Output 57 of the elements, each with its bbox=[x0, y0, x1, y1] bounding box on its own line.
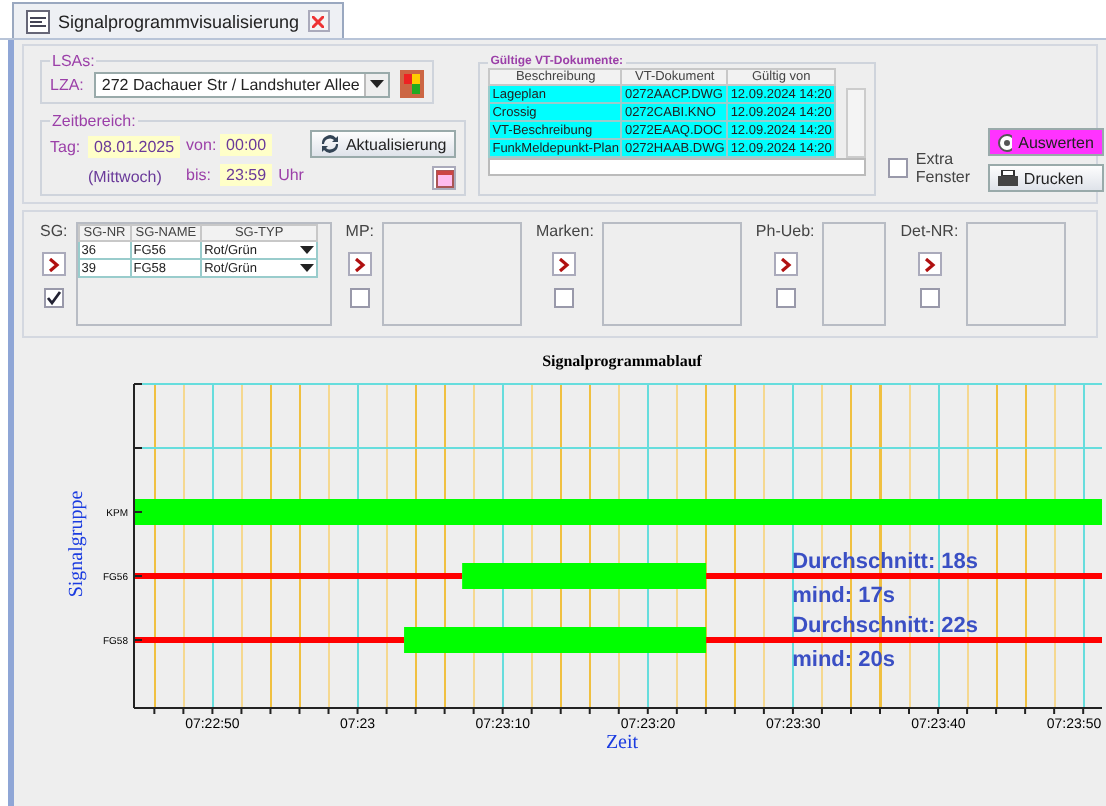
filter-label: Ph-Ueb: bbox=[755, 222, 815, 240]
chevron-icon bbox=[558, 257, 571, 271]
axis-title: Signalgruppe bbox=[66, 490, 88, 598]
window-icon bbox=[26, 9, 50, 33]
filter-label: Marken: bbox=[536, 222, 594, 240]
chevron-icon bbox=[353, 257, 366, 271]
checkbox[interactable] bbox=[919, 288, 940, 308]
group-title: LSAs: bbox=[50, 52, 97, 70]
time-from-field[interactable]: 00:00 bbox=[220, 134, 273, 156]
refresh-icon bbox=[319, 134, 340, 154]
select-button[interactable] bbox=[773, 252, 798, 276]
checkbox[interactable] bbox=[43, 288, 64, 308]
checkbox[interactable] bbox=[887, 158, 908, 179]
printer-icon bbox=[997, 169, 1018, 187]
caret-icon bbox=[369, 80, 384, 88]
checkbox[interactable] bbox=[554, 288, 575, 308]
close-button[interactable] bbox=[307, 10, 330, 32]
traffic-light-icon[interactable] bbox=[399, 70, 424, 98]
select-button[interactable] bbox=[552, 252, 577, 276]
from-label: von: bbox=[186, 136, 215, 154]
day-label: Tag: bbox=[50, 137, 82, 155]
calendar-button[interactable] bbox=[432, 166, 457, 190]
scrollbar[interactable] bbox=[488, 158, 866, 176]
checkbox[interactable] bbox=[775, 288, 796, 308]
tab[interactable]: Signalprogrammvisualisierung bbox=[12, 2, 344, 38]
chevron-icon bbox=[923, 257, 936, 271]
unit-label: Uhr bbox=[278, 166, 304, 184]
list-box bbox=[601, 222, 742, 326]
select-button[interactable] bbox=[917, 252, 942, 276]
select-button[interactable] bbox=[347, 252, 372, 276]
filter-label: SG: bbox=[40, 222, 68, 240]
weekday-text: (Mittwoch) bbox=[88, 167, 162, 185]
list-box bbox=[382, 222, 523, 326]
lza-dropdown[interactable]: 272 Dachauer Str / Landshuter Allee bbox=[93, 71, 390, 97]
checkbox[interactable] bbox=[349, 288, 370, 308]
evaluate-button[interactable]: Auswerten bbox=[987, 128, 1104, 156]
group-title: Zeitbereich: bbox=[50, 112, 138, 130]
checkbox-label: Extra Fenster bbox=[915, 149, 973, 188]
axis-title: Zeit bbox=[605, 732, 639, 752]
refresh-button[interactable]: Aktualisierung bbox=[309, 130, 457, 158]
print-button[interactable]: Drucken bbox=[987, 164, 1104, 192]
scrollbar[interactable] bbox=[845, 88, 866, 158]
filter-label: Det-NR: bbox=[900, 222, 959, 240]
select-button[interactable] bbox=[41, 252, 66, 276]
list-box bbox=[822, 222, 887, 326]
close-icon bbox=[312, 15, 325, 27]
chevron-icon bbox=[47, 257, 60, 271]
time-to-field[interactable]: 23:59 bbox=[220, 164, 273, 186]
calendar-icon bbox=[435, 169, 454, 187]
chart-title: Signalprogrammablauf bbox=[542, 352, 702, 370]
chevron-icon bbox=[779, 257, 792, 271]
filter-label: MP: bbox=[345, 222, 375, 240]
tab-title: Signalprogrammvisualisierung bbox=[58, 11, 300, 31]
lza-label: LZA: bbox=[50, 75, 84, 93]
date-field[interactable]: 08.01.2025 bbox=[88, 135, 181, 157]
to-label: bis: bbox=[186, 166, 213, 184]
list-box bbox=[966, 222, 1067, 326]
